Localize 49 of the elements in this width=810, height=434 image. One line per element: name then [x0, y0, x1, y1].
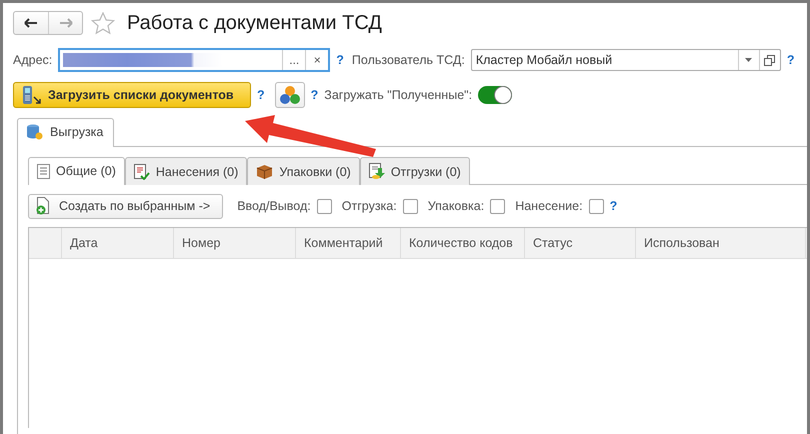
- checkbox[interactable]: [490, 198, 506, 214]
- back-arrow-icon: [24, 18, 38, 28]
- clear-button[interactable]: ×: [305, 50, 328, 70]
- star-icon[interactable]: [91, 12, 115, 34]
- load-received-label: Загружать "Полученные":: [324, 88, 472, 102]
- document-arrow-icon: [368, 163, 385, 180]
- load-lists-button[interactable]: Загрузить списки документов: [13, 82, 251, 108]
- help-link[interactable]: ?: [336, 53, 344, 67]
- checked-document-icon: [134, 164, 150, 180]
- address-field[interactable]: ... ×: [58, 48, 330, 72]
- box-icon: [256, 164, 274, 179]
- forward-arrow-icon: [58, 18, 72, 28]
- help-link[interactable]: ?: [786, 53, 794, 67]
- settings-button[interactable]: [274, 82, 305, 108]
- column-header[interactable]: Номер: [174, 228, 296, 258]
- database-icon: [26, 124, 44, 140]
- dropdown-icon: [745, 58, 752, 62]
- help-link[interactable]: ?: [310, 88, 318, 102]
- checkbox[interactable]: [588, 198, 604, 214]
- tab[interactable]: Общие (0): [28, 157, 125, 185]
- circles-icon: [278, 85, 301, 105]
- column-header[interactable]: Дата: [62, 228, 174, 258]
- open-icon: [764, 54, 776, 66]
- user-field[interactable]: Кластер Мобайл новый: [470, 49, 781, 71]
- address-label: Адрес:: [13, 53, 52, 67]
- tab[interactable]: Выгрузка: [17, 118, 114, 147]
- filter-label: Ввод/Вывод:: [237, 199, 311, 213]
- scanner-icon: [20, 85, 42, 105]
- document-icon: [37, 164, 50, 178]
- filter-label: Нанесение:: [515, 199, 583, 213]
- column-header[interactable]: Количество кодов: [401, 228, 525, 258]
- tab[interactable]: Отгрузки (0): [360, 157, 470, 185]
- window-title: Работа с документами ТСД: [127, 12, 382, 34]
- create-button[interactable]: Создать по выбранным ->: [28, 194, 224, 218]
- tab[interactable]: Упаковки (0): [247, 157, 360, 185]
- filter-label: Отгрузка:: [342, 199, 397, 213]
- checkbox[interactable]: [402, 198, 418, 214]
- column-header[interactable]: Использован: [636, 228, 806, 258]
- help-link[interactable]: ?: [257, 88, 265, 102]
- filter-label: Упаковка:: [428, 199, 484, 213]
- tab[interactable]: Нанесения (0): [124, 157, 248, 185]
- select-button[interactable]: ...: [282, 50, 306, 70]
- checkbox[interactable]: [316, 198, 332, 214]
- column-header[interactable]: Комментарий: [296, 228, 401, 258]
- new-document-icon: [35, 197, 51, 215]
- help-link[interactable]: ?: [610, 199, 618, 213]
- user-label: Пользователь ТСД:: [352, 53, 465, 67]
- load-received-toggle[interactable]: [478, 86, 512, 104]
- column-header[interactable]: Статус: [525, 228, 636, 258]
